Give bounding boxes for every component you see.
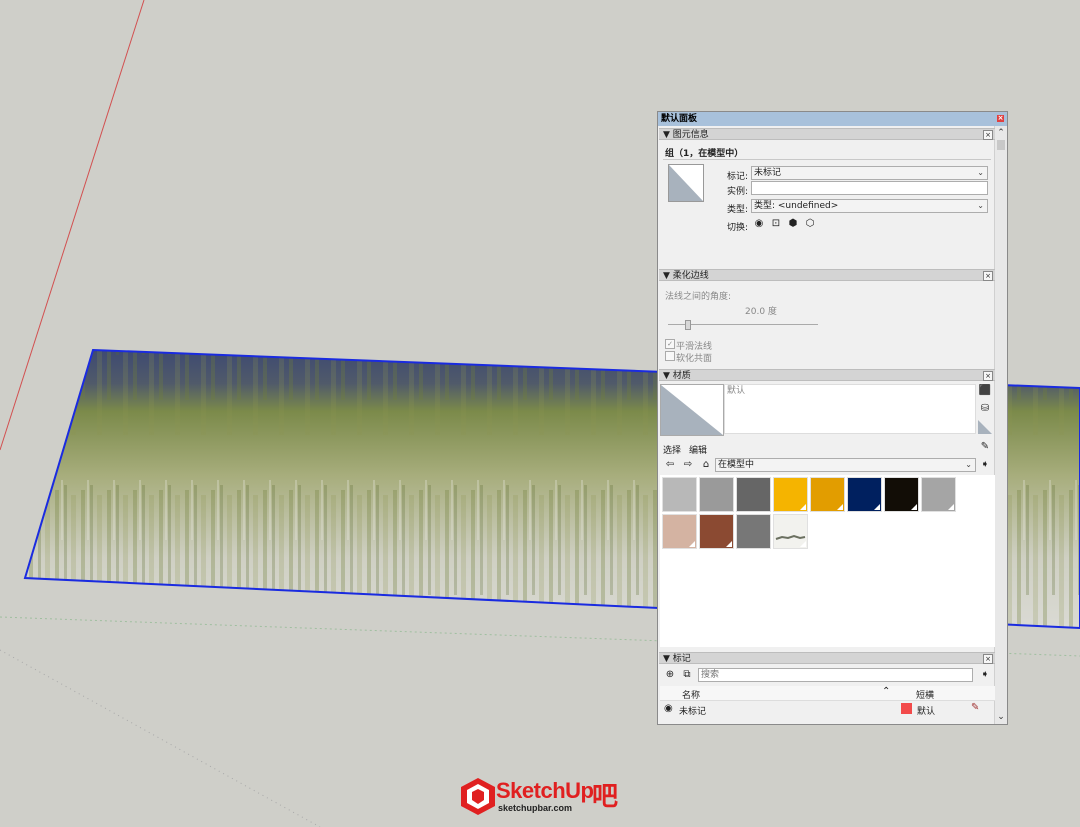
tag-color-swatch[interactable] xyxy=(901,703,912,714)
instance-input[interactable] xyxy=(751,181,988,195)
eye-icon[interactable]: ◉ xyxy=(752,217,766,231)
tab-edit[interactable]: 编辑 xyxy=(689,443,707,456)
lock-icon[interactable]: ⊡ xyxy=(769,217,783,231)
logo-suffix: 吧 xyxy=(592,781,619,811)
material-preview[interactable] xyxy=(660,384,724,436)
logo-site: sketchupbar.com xyxy=(498,803,573,813)
material-swatch[interactable] xyxy=(699,514,734,549)
eye-icon[interactable]: ◉ xyxy=(664,703,673,714)
tag-select[interactable]: 未标记 ⌄ xyxy=(751,166,988,180)
material-swatch[interactable] xyxy=(773,514,808,549)
entity-summary: 组（1，在模型中） xyxy=(665,149,744,159)
default-material-icon[interactable] xyxy=(978,420,992,434)
material-swatch[interactable] xyxy=(884,477,919,512)
instance-label: 实例: xyxy=(726,187,748,197)
home-icon[interactable]: ⌂ xyxy=(699,458,713,472)
close-icon[interactable]: × xyxy=(983,271,993,281)
cast-shadows-icon[interactable]: ⬢ xyxy=(786,217,800,231)
details-arrow-icon[interactable]: ➧ xyxy=(978,458,992,472)
soften-edges-header[interactable]: ▼ 柔化边线 × xyxy=(659,269,995,281)
close-icon[interactable]: × xyxy=(997,115,1004,122)
soften-coplanar-label: 软化共面 xyxy=(676,354,713,364)
col-name[interactable]: 名称 xyxy=(682,688,700,701)
material-thumbnail[interactable] xyxy=(668,164,704,202)
type-select-value: 类型: <undefined> xyxy=(754,201,839,211)
tag-select-value: 未标记 xyxy=(754,168,782,178)
back-arrow-icon[interactable]: ⇦ xyxy=(663,458,677,472)
close-icon[interactable]: × xyxy=(983,371,993,381)
library-select[interactable]: 在模型中 ⌄ xyxy=(715,458,976,472)
default-tray: 默认面板 × ⌃ ⌄ ▼ 图元信息 × 组（1，在模型中） 标记: 未标记 ⌄ … xyxy=(657,111,1008,725)
chevron-down-icon: ⌄ xyxy=(965,460,972,469)
tag-search-input[interactable] xyxy=(698,668,973,682)
tag-row[interactable]: ◉ 未标记 默认 ✎ xyxy=(660,702,995,717)
sort-chevron-icon[interactable]: ⌃ xyxy=(882,686,890,697)
material-swatch[interactable] xyxy=(662,514,697,549)
details-arrow-icon[interactable]: ➧ xyxy=(978,668,992,682)
smooth-normals-checkbox[interactable]: ✓ xyxy=(665,339,675,349)
pencil-icon[interactable]: ✎ xyxy=(971,702,979,713)
tags-header[interactable]: ▼ 标记 × xyxy=(659,652,995,664)
material-swatch[interactable] xyxy=(810,477,845,512)
type-label: 类型: xyxy=(726,205,748,215)
angle-value: 20.0 度 xyxy=(745,307,777,317)
type-select[interactable]: 类型: <undefined> ⌄ xyxy=(751,199,988,213)
material-swatch-grid xyxy=(660,475,995,647)
material-swatch[interactable] xyxy=(847,477,882,512)
material-swatch[interactable] xyxy=(736,514,771,549)
tag-name: 未标记 xyxy=(679,707,707,717)
entity-info-title: ▼ 图元信息 xyxy=(663,130,709,140)
tag-label: 标记: xyxy=(726,172,748,182)
library-select-value: 在模型中 xyxy=(718,460,755,470)
angle-label: 法线之间的角度: xyxy=(665,292,732,302)
sketchupbar-logo: SketchUp 吧 sketchupbar.com xyxy=(458,776,628,816)
receive-shadows-icon[interactable]: ⬡ xyxy=(803,217,817,231)
tag-dash: 默认 xyxy=(917,707,936,717)
chevron-down-icon: ⌄ xyxy=(977,201,984,210)
eyedropper-icon[interactable]: ✎ xyxy=(978,440,992,454)
material-swatch[interactable] xyxy=(699,477,734,512)
tab-select[interactable]: 选择 xyxy=(663,443,681,456)
close-icon[interactable]: × xyxy=(983,654,993,664)
scroll-down-icon[interactable]: ⌄ xyxy=(995,711,1007,723)
add-folder-icon[interactable]: ⧉ xyxy=(680,668,694,682)
materials-header[interactable]: ▼ 材质 × xyxy=(659,369,995,381)
material-swatch[interactable] xyxy=(662,477,697,512)
entity-info-header[interactable]: ▼ 图元信息 × xyxy=(659,128,995,140)
add-tag-icon[interactable]: ⊕ xyxy=(663,668,677,682)
tags-table-header: 名称 ⌃ 短横 xyxy=(660,686,995,701)
logo-cube-icon xyxy=(461,778,495,815)
guide-line xyxy=(0,649,321,827)
chevron-down-icon: ⌄ xyxy=(977,168,984,177)
tray-scrollbar[interactable]: ⌃ ⌄ xyxy=(994,126,1007,724)
materials-title: ▼ 材质 xyxy=(663,371,691,381)
divider xyxy=(663,159,991,160)
material-swatch[interactable] xyxy=(921,477,956,512)
material-name-input[interactable]: 默认 xyxy=(724,384,976,434)
forward-arrow-icon[interactable]: ⇨ xyxy=(681,458,695,472)
scroll-up-icon[interactable]: ⌃ xyxy=(995,127,1007,139)
col-dash[interactable]: 短横 xyxy=(916,688,934,701)
paint-bucket-icon[interactable]: ⛁ xyxy=(978,402,992,416)
soften-coplanar-checkbox[interactable] xyxy=(665,351,675,361)
tags-title: ▼ 标记 xyxy=(663,654,691,664)
angle-slider-thumb[interactable] xyxy=(685,320,691,330)
close-icon[interactable]: × xyxy=(983,130,993,140)
material-swatch[interactable] xyxy=(736,477,771,512)
logo-brand: SketchUp xyxy=(496,778,594,803)
scroll-thumb[interactable] xyxy=(997,140,1005,150)
toggles-label: 切换: xyxy=(726,223,748,233)
create-material-icon[interactable]: ⬛ xyxy=(978,384,992,398)
material-swatch[interactable] xyxy=(773,477,808,512)
soften-edges-title: ▼ 柔化边线 xyxy=(663,271,709,281)
tray-title: 默认面板 xyxy=(661,114,698,124)
tray-title-bar: 默认面板 × xyxy=(658,112,1007,126)
